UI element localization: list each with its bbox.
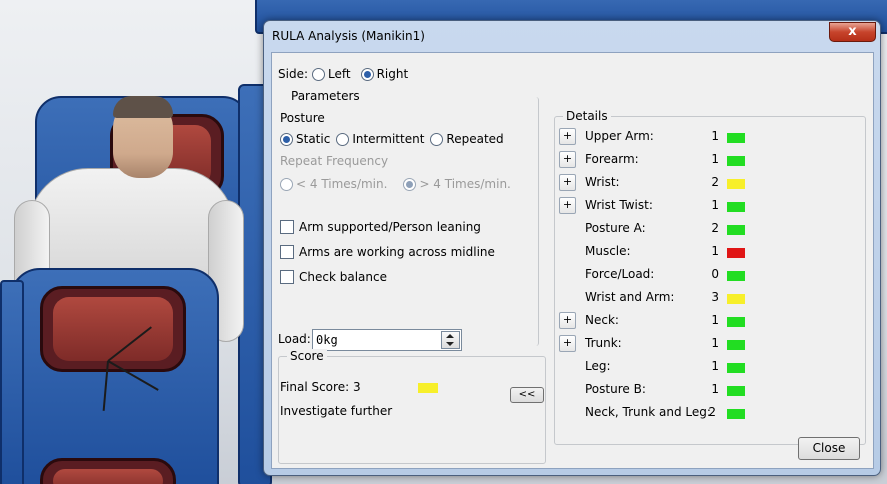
expand-icon[interactable]: + xyxy=(559,335,576,352)
detail-status-swatch xyxy=(727,340,745,350)
detail-status-swatch xyxy=(727,294,745,304)
detail-label: Muscle: xyxy=(585,244,631,258)
detail-label: Forearm: xyxy=(585,152,639,166)
load-input[interactable]: 0kg xyxy=(312,329,462,351)
side-left-label[interactable]: Left xyxy=(328,67,351,81)
check-balance-label[interactable]: Check balance xyxy=(299,270,387,284)
detail-status-swatch xyxy=(727,202,745,212)
detail-score: 3 xyxy=(711,290,719,304)
detail-score: 2 xyxy=(711,221,719,235)
detail-score: 1 xyxy=(711,152,719,166)
arm-supported-checkbox[interactable] xyxy=(280,220,294,234)
parameters-title: Parameters xyxy=(288,89,363,103)
seat-headrest-lower-left xyxy=(40,286,186,372)
posture-static-radio[interactable] xyxy=(280,132,293,146)
detail-label: Leg: xyxy=(585,359,611,373)
rula-dialog: RULA Analysis (Manikin1) x Side: Left Ri… xyxy=(263,20,881,476)
detail-status-swatch xyxy=(727,133,745,143)
detail-status-swatch xyxy=(727,386,745,396)
expand-icon[interactable]: + xyxy=(559,197,576,214)
dialog-client: Side: Left Right Parameters Posture Stat… xyxy=(271,52,874,469)
detail-label: Upper Arm: xyxy=(585,129,654,143)
detail-score: 1 xyxy=(711,244,719,258)
details-list: + Upper Arm: 1 + Forearm: 1 + Wrist: 2 + Wrist Twi… xyxy=(555,126,795,448)
detail-score: 1 xyxy=(711,129,719,143)
detail-score: 0 xyxy=(711,267,719,281)
collapse-details-button[interactable]: << xyxy=(510,387,544,403)
posture-repeated-label[interactable]: Repeated xyxy=(446,132,503,146)
arms-midline-label[interactable]: Arms are working across midline xyxy=(299,245,495,259)
detail-status-swatch xyxy=(727,409,745,419)
repeat-more-radio[interactable] xyxy=(403,177,417,191)
repeat-more-label[interactable]: > 4 Times/min. xyxy=(419,177,510,191)
load-label: Load: xyxy=(278,332,311,346)
final-score-label: Final Score: 3 xyxy=(280,380,361,394)
detail-score: 2 xyxy=(711,175,719,189)
expand-icon[interactable]: + xyxy=(559,151,576,168)
load-value[interactable]: 0kg xyxy=(316,333,338,347)
detail-label: Trunk: xyxy=(585,336,622,350)
posture-row: Static Intermittent Repeated xyxy=(280,132,504,146)
dialog-titlebar[interactable]: RULA Analysis (Manikin1) x xyxy=(264,21,880,51)
score-title: Score xyxy=(287,349,327,363)
detail-label: Wrist Twist: xyxy=(585,198,653,212)
detail-status-swatch xyxy=(727,271,745,281)
detail-status-swatch xyxy=(727,363,745,373)
expand-icon[interactable]: + xyxy=(559,174,576,191)
details-title: Details xyxy=(563,109,611,123)
detail-score: 1 xyxy=(711,382,719,396)
side-left-radio[interactable] xyxy=(312,67,325,81)
detail-status-swatch xyxy=(727,225,745,235)
detail-label: Posture A: xyxy=(585,221,646,235)
expand-icon[interactable]: + xyxy=(559,312,576,329)
detail-score: 1 xyxy=(711,198,719,212)
load-spinner[interactable] xyxy=(441,331,460,349)
spin-down-icon[interactable] xyxy=(446,342,454,346)
check-balance-checkbox[interactable] xyxy=(280,270,294,284)
posture-repeated-radio[interactable] xyxy=(430,132,444,146)
detail-score: 1 xyxy=(711,313,719,327)
detail-score: 2 xyxy=(708,405,716,419)
arm-supported-label[interactable]: Arm supported/Person leaning xyxy=(299,220,481,234)
spin-up-icon[interactable] xyxy=(446,334,454,338)
posture-label: Posture xyxy=(280,111,325,125)
side-right-radio[interactable] xyxy=(360,67,374,81)
detail-label: Wrist and Arm: xyxy=(585,290,675,304)
check-balance-row[interactable]: Check balance xyxy=(280,270,387,284)
seat-back-lower-left-edge xyxy=(0,280,24,484)
side-right-label[interactable]: Right xyxy=(377,67,409,81)
detail-status-swatch xyxy=(727,179,745,189)
posture-static-label[interactable]: Static xyxy=(296,132,330,146)
posture-intermittent-radio[interactable] xyxy=(336,132,350,146)
detail-label: Force/Load: xyxy=(585,267,655,281)
detail-label: Neck: xyxy=(585,313,619,327)
arms-midline-row[interactable]: Arms are working across midline xyxy=(280,245,495,259)
side-label: Side: xyxy=(278,67,308,81)
repeat-row: < 4 Times/min. > 4 Times/min. xyxy=(280,177,511,191)
detail-label: Wrist: xyxy=(585,175,620,189)
detail-score: 1 xyxy=(711,336,719,350)
close-icon[interactable]: x xyxy=(829,22,876,42)
arms-midline-checkbox[interactable] xyxy=(280,245,294,259)
close-button[interactable]: Close xyxy=(798,437,860,460)
repeat-less-label[interactable]: < 4 Times/min. xyxy=(296,177,387,191)
repeat-less-radio[interactable] xyxy=(280,177,293,191)
side-row: Side: Left Right xyxy=(278,67,408,81)
seat-headrest-bottom xyxy=(40,458,176,484)
detail-status-swatch xyxy=(727,317,745,327)
detail-status-swatch xyxy=(727,156,745,166)
expand-icon[interactable]: + xyxy=(559,128,576,145)
final-score-swatch xyxy=(418,383,438,393)
verdict-text: Investigate further xyxy=(280,404,393,418)
detail-status-swatch xyxy=(727,248,745,258)
manikin-hair xyxy=(113,96,173,118)
dialog-title: RULA Analysis (Manikin1) xyxy=(272,29,425,43)
detail-score: 1 xyxy=(711,359,719,373)
detail-label: Neck, Trunk and Leg: xyxy=(585,405,711,419)
arm-supported-row[interactable]: Arm supported/Person leaning xyxy=(280,220,481,234)
detail-label: Posture B: xyxy=(585,382,646,396)
posture-intermittent-label[interactable]: Intermittent xyxy=(352,132,424,146)
repeat-frequency-label: Repeat Frequency xyxy=(280,154,389,168)
